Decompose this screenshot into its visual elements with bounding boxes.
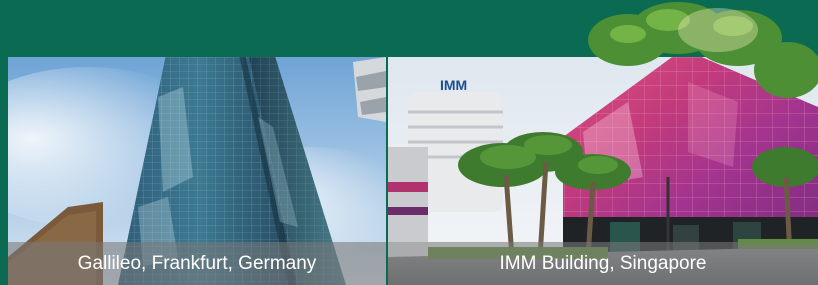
photo-panel-galileo: Gallileo, Frankfurt, Germany	[8, 57, 386, 285]
caption-text: IMM Building, Singapore	[499, 253, 707, 274]
imm-sign: IMM	[440, 77, 467, 93]
photo-panel-imm: IMM IMM Building, Singapore	[388, 57, 818, 285]
photo-caption-galileo: Gallileo, Frankfurt, Germany	[8, 242, 386, 285]
photo-caption-imm: IMM Building, Singapore	[388, 242, 818, 285]
caption-text: Gallileo, Frankfurt, Germany	[77, 253, 317, 274]
